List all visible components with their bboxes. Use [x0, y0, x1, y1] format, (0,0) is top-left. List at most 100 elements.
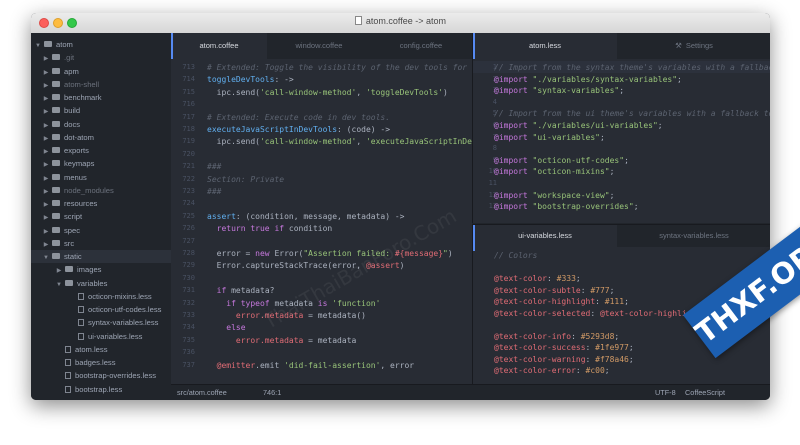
- tree-file[interactable]: bootstrap.less: [31, 383, 122, 396]
- code-token: #111: [604, 297, 625, 306]
- code-token: metadata?: [226, 286, 275, 296]
- code-token: :: [585, 343, 596, 352]
- tree-folder[interactable]: ▶ dot-atom: [31, 131, 94, 144]
- tree-item-label: apm: [64, 66, 79, 76]
- code-token: :: [585, 354, 596, 364]
- folder-icon: [52, 67, 60, 74]
- tab-window-coffee[interactable]: window.coffee: [269, 33, 369, 59]
- line-number: 729: [182, 261, 195, 270]
- tree-file[interactable]: octicon-utf-codes.less: [31, 303, 161, 316]
- code-token: @import: [494, 74, 528, 84]
- tree-folder[interactable]: ▶ exports: [31, 144, 89, 157]
- code-line: @text-color-subtle: #777;: [494, 286, 614, 295]
- line-number: 724: [182, 199, 195, 208]
- editor-pane-left: atom.coffee window.coffee config.coffee …: [171, 33, 472, 384]
- tree-folder[interactable]: ▶ images: [31, 263, 102, 276]
- code-token: @text-color-selected: [494, 308, 591, 318]
- code-token: ###: [207, 187, 222, 196]
- tree-folder[interactable]: ▶ src: [31, 237, 74, 250]
- tree-folder[interactable]: ▶ build: [31, 104, 80, 117]
- code-token: 'call-window-method': [259, 87, 357, 97]
- code-token: @text-color-success: [494, 343, 586, 352]
- code-line: // Import from the syntax theme's variab…: [494, 63, 770, 72]
- line-number: 736: [182, 348, 195, 357]
- tree-folder[interactable]: ▶ atom-shell: [31, 78, 99, 91]
- tab-settings-label: Settings: [685, 41, 713, 50]
- tree-folder[interactable]: ▶ script: [31, 210, 82, 223]
- code-token: toggleDevTools: [207, 75, 275, 85]
- status-cursor-position[interactable]: 746:1: [263, 385, 281, 400]
- tree-file[interactable]: bootstrap-overrides.less: [31, 369, 156, 382]
- code-line: ###: [207, 162, 221, 171]
- tree-item-label: images: [77, 265, 102, 275]
- code-token: // Import from the syntax theme's variab…: [494, 63, 770, 72]
- tree-item-label: badges.less: [75, 358, 116, 367]
- tree-file[interactable]: ui-variables.less: [31, 330, 142, 343]
- tree-folder[interactable]: ▶ keymaps: [31, 157, 95, 170]
- tree-item-label: menus: [64, 172, 87, 182]
- code-token: # Extended: Execute code in dev tools.: [207, 112, 391, 122]
- tab-settings[interactable]: ⚒ Settings: [619, 33, 769, 59]
- line-number: 731: [182, 286, 195, 295]
- code-line: if metadata?: [207, 286, 275, 296]
- tree-root[interactable]: ▼ atom: [34, 38, 73, 51]
- code-token: executeJavaScriptInDevTools: [207, 125, 338, 134]
- code-token: :: [595, 297, 605, 306]
- tree-folder[interactable]: ▶ benchmark: [31, 91, 102, 104]
- tree-file[interactable]: badges.less: [31, 356, 116, 369]
- folder-icon: [44, 41, 52, 47]
- tree-file[interactable]: atom.less: [31, 343, 108, 356]
- tab-atom-less[interactable]: atom.less: [473, 33, 617, 59]
- code-editor-right-top[interactable]: 1// Import from the syntax theme's varia…: [473, 61, 770, 223]
- tab-config-coffee[interactable]: config.coffee: [371, 33, 471, 59]
- tree-folder[interactable]: ▶ resources: [31, 197, 98, 210]
- tree-folder[interactable]: ▶ node_modules: [31, 184, 114, 197]
- line-number: 734: [182, 323, 195, 332]
- tree-file[interactable]: octicon-mixins.less: [31, 290, 152, 303]
- code-token: "workspace-view": [532, 190, 610, 200]
- code-token: ;: [609, 190, 615, 200]
- code-token: 'executeJavaScriptInDevToo: [365, 137, 472, 147]
- code-token: @text-color-subtle: [494, 285, 581, 295]
- line-number: 723: [182, 187, 195, 195]
- tab-bar-right-top: atom.less ⚒ Settings: [473, 33, 770, 59]
- code-token: "octicon-mixins": [532, 167, 610, 177]
- folder-icon: [52, 160, 60, 167]
- code-token: @import: [494, 155, 528, 165]
- code-line: @text-color: #333;: [494, 274, 581, 283]
- code-token: ###: [207, 162, 222, 172]
- tree-folder[interactable]: ▶ menus: [31, 171, 87, 184]
- tree-folder[interactable]: ▶ apm: [31, 65, 79, 78]
- tree-file[interactable]: syntax-variables.less: [31, 316, 158, 329]
- code-token: :: [590, 308, 600, 318]
- tree-folder[interactable]: ▶ .git: [31, 51, 74, 64]
- code-line: return true if condition: [207, 224, 333, 234]
- code-line: @import "workspace-view";: [494, 191, 614, 200]
- tree-folder[interactable]: ▼ variables: [31, 277, 107, 290]
- code-line: assert: (condition, message, metadata) -…: [207, 212, 404, 221]
- code-token: 'did-fail-assertion': [284, 360, 381, 370]
- tree-item-label: resources: [64, 199, 98, 208]
- line-number: 8: [492, 144, 497, 153]
- status-file-path[interactable]: src/atom.coffee: [177, 385, 227, 400]
- tree-folder[interactable]: ▶ spec: [31, 224, 80, 237]
- code-line: @text-color-info: #5293d8;: [494, 332, 619, 341]
- window-title-text: atom.coffee -> atom: [365, 16, 447, 26]
- tree-folder[interactable]: ▶ docs: [31, 118, 80, 131]
- tab-atom-coffee[interactable]: atom.coffee: [171, 33, 267, 59]
- code-line: @text-color-error: #c00;: [494, 366, 610, 375]
- tree-folder[interactable]: ▼ static: [31, 250, 171, 263]
- tab-ui-variables-less[interactable]: ui-variables.less: [473, 225, 617, 251]
- code-line: @import "octicon-mixins";: [494, 167, 614, 176]
- code-token: condition: [284, 224, 333, 234]
- status-grammar[interactable]: CoffeeScript: [685, 385, 725, 400]
- code-token: @import: [494, 167, 528, 177]
- code-token: ): [443, 87, 448, 97]
- tab-syntax-variables-less[interactable]: syntax-variables.less: [619, 225, 769, 247]
- status-encoding[interactable]: UTF-8: [655, 385, 676, 400]
- line-number: 717: [182, 112, 195, 121]
